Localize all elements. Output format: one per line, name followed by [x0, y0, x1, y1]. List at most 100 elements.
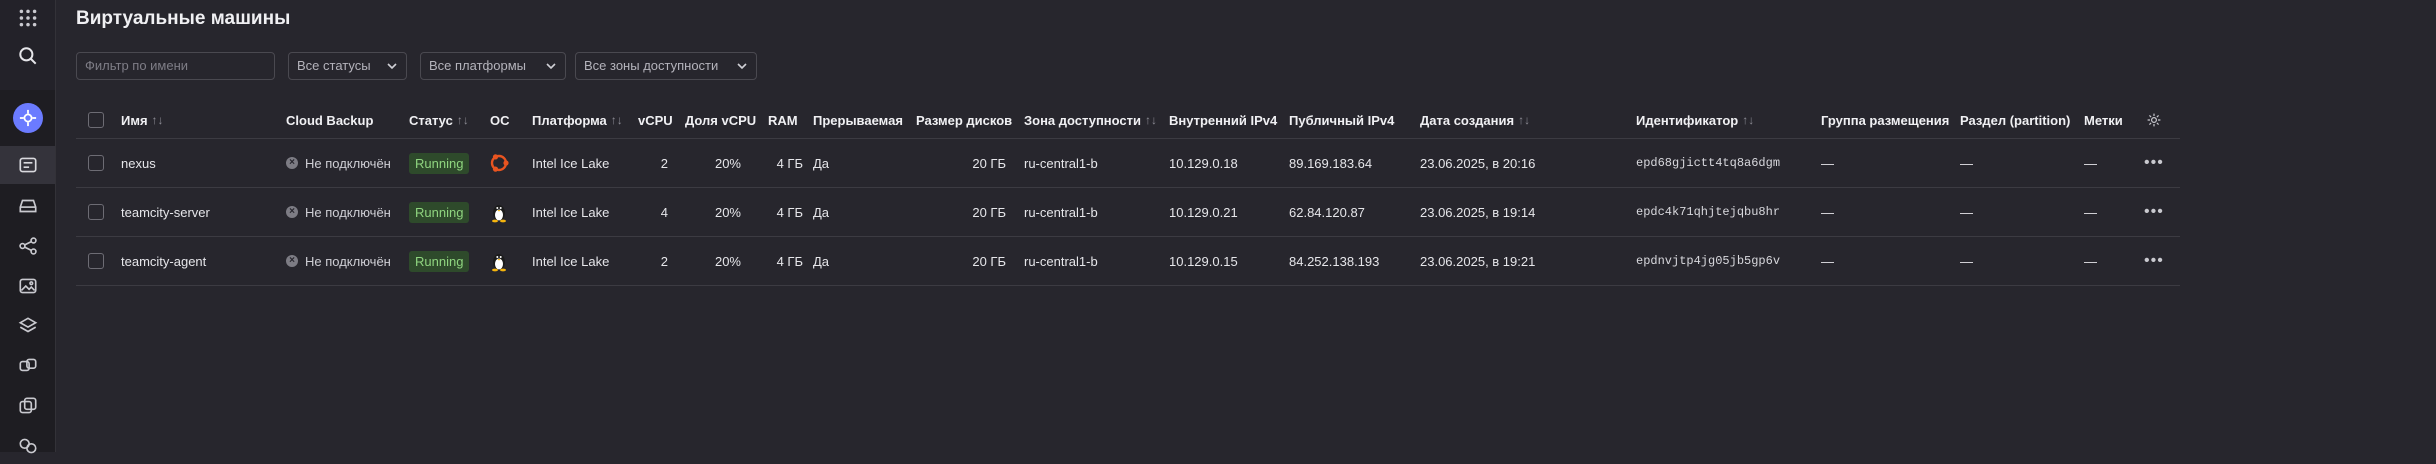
- col-created[interactable]: Дата создания ↑↓: [1420, 102, 1530, 138]
- col-preemptible: Прерываемая: [813, 112, 903, 128]
- status-badge-label: Running: [409, 152, 470, 174]
- sort-icon: ↑↓: [1518, 113, 1531, 127]
- col-partition: Раздел (partition): [1960, 112, 2071, 128]
- services-grid-icon[interactable]: [0, 0, 55, 36]
- vcpu-share: 20%: [714, 253, 741, 269]
- vcpu: 2: [660, 155, 668, 171]
- col-zone-label: Зона доступности: [1024, 112, 1142, 128]
- ubuntu-icon: [487, 139, 511, 187]
- partition: —: [1960, 204, 1973, 220]
- status-badge: Running: [409, 188, 470, 236]
- backup-status-label: Не подключён: [305, 155, 391, 171]
- col-id[interactable]: Идентификатор ↑↓: [1636, 102, 1754, 138]
- vm-list-icon[interactable]: [0, 146, 55, 184]
- vm-id: epdnvjtp4jg05jb5gp6v: [1636, 254, 1781, 268]
- side-rail: [0, 0, 56, 454]
- labels: —: [2084, 204, 2097, 220]
- col-os: ОС: [490, 112, 510, 128]
- placement-group: —: [1821, 204, 1834, 220]
- vcpu-share: 20%: [714, 155, 741, 171]
- sort-icon: ↑↓: [1742, 113, 1755, 127]
- zone: ru-central1-b: [1024, 253, 1098, 269]
- zone-filter-select[interactable]: Все зоны доступности: [575, 52, 757, 80]
- col-ipv4-internal: Внутренний IPv4: [1169, 112, 1278, 128]
- col-share: Доля vCPU: [685, 112, 757, 128]
- platform: Intel Ice Lake: [532, 253, 610, 269]
- labels: —: [2084, 155, 2097, 171]
- col-status[interactable]: Статус ↑↓: [409, 102, 469, 138]
- network-icon[interactable]: [0, 228, 55, 264]
- placement-group: —: [1821, 155, 1834, 171]
- col-backup: Cloud Backup: [286, 112, 374, 128]
- table-header: Имя ↑↓ Cloud Backup Статус ↑↓ ОС Платформа…: [76, 102, 2180, 139]
- ipv4-internal: 10.129.0.21: [1169, 204, 1238, 220]
- disk-size: 20 ГБ: [972, 155, 1006, 171]
- table-row[interactable]: teamcity-server × Не подключён Running In…: [76, 188, 2180, 237]
- vm-name[interactable]: nexus: [121, 139, 156, 187]
- platform: Intel Ice Lake: [532, 155, 610, 171]
- vm-name[interactable]: teamcity-agent: [121, 237, 206, 285]
- platform-filter-label: Все платформы: [429, 58, 526, 73]
- platform-filter-select[interactable]: Все платформы: [420, 52, 566, 80]
- select-all-checkbox[interactable]: [88, 102, 104, 138]
- col-zone[interactable]: Зона доступности ↑↓: [1024, 102, 1157, 138]
- vm-name[interactable]: teamcity-server: [121, 188, 210, 236]
- linux-icon: [487, 188, 511, 236]
- col-created-label: Дата создания: [1420, 112, 1515, 128]
- row-checkbox[interactable]: [88, 139, 104, 187]
- labels: —: [2084, 253, 2097, 269]
- chevron-down-icon: [737, 63, 747, 70]
- snapshots-icon[interactable]: [0, 388, 55, 424]
- table-row[interactable]: nexus × Не подключён Running Intel Ice La…: [76, 139, 2180, 188]
- ram: 4 ГБ: [776, 204, 803, 220]
- vm-table: Имя ↑↓ Cloud Backup Статус ↑↓ ОС Платформа…: [76, 102, 2180, 286]
- backup-status: × Не подключён: [286, 139, 391, 187]
- status-badge-label: Running: [409, 250, 470, 272]
- partition: —: [1960, 155, 1973, 171]
- status-badge: Running: [409, 139, 470, 187]
- status-filter-label: Все статусы: [297, 58, 371, 73]
- vm-id: epd68gjictt4tq8a6dgm: [1636, 156, 1781, 170]
- chevron-down-icon: [546, 63, 556, 70]
- table-settings-gear-icon[interactable]: [2146, 102, 2162, 138]
- table-row[interactable]: teamcity-agent × Не подключён Running Int…: [76, 237, 2180, 286]
- col-id-label: Идентификатор: [1636, 112, 1739, 128]
- col-labels: Метки: [2084, 112, 2123, 128]
- disk-size: 20 ГБ: [972, 253, 1006, 269]
- status-filter-select[interactable]: Все статусы: [288, 52, 407, 80]
- chevron-down-icon: [387, 63, 397, 70]
- col-vcpu: vCPU: [638, 112, 673, 128]
- row-actions-menu-icon[interactable]: •••: [2144, 237, 2164, 285]
- sort-icon: ↑↓: [1145, 113, 1158, 127]
- zone: ru-central1-b: [1024, 155, 1098, 171]
- ipv4-internal: 10.129.0.15: [1169, 253, 1238, 269]
- sort-icon: ↑↓: [456, 113, 469, 127]
- status-badge: Running: [409, 237, 470, 285]
- preemptible: Да: [813, 204, 830, 220]
- compute-service-icon[interactable]: [0, 100, 55, 136]
- col-name[interactable]: Имя ↑↓: [121, 102, 164, 138]
- images-icon[interactable]: [0, 268, 55, 304]
- col-platform[interactable]: Платформа ↑↓: [532, 102, 623, 138]
- backup-status-label: Не подключён: [305, 253, 391, 269]
- groups-icon[interactable]: [0, 348, 55, 384]
- name-filter-input[interactable]: Фильтр по имени: [76, 52, 275, 80]
- row-checkbox[interactable]: [88, 188, 104, 236]
- zone-filter-label: Все зоны доступности: [584, 58, 719, 73]
- disk-size: 20 ГБ: [972, 204, 1006, 220]
- vcpu: 2: [660, 253, 668, 269]
- col-ipv4-public: Публичный IPv4: [1289, 112, 1395, 128]
- brand-badge: [12, 103, 43, 133]
- row-checkbox[interactable]: [88, 237, 104, 285]
- created-date: 23.06.2025, в 20:16: [1420, 155, 1536, 171]
- layers-icon[interactable]: [0, 308, 55, 344]
- placement-icon[interactable]: [0, 428, 55, 464]
- ipv4-public: 84.252.138.193: [1289, 253, 1380, 269]
- disks-icon[interactable]: [0, 188, 55, 224]
- search-icon[interactable]: [0, 38, 55, 74]
- row-actions-menu-icon[interactable]: •••: [2144, 188, 2164, 236]
- col-disk: Размер дисков: [916, 112, 1013, 128]
- row-actions-menu-icon[interactable]: •••: [2144, 139, 2164, 187]
- placement-group: —: [1821, 253, 1834, 269]
- ipv4-public: 89.169.183.64: [1289, 155, 1373, 171]
